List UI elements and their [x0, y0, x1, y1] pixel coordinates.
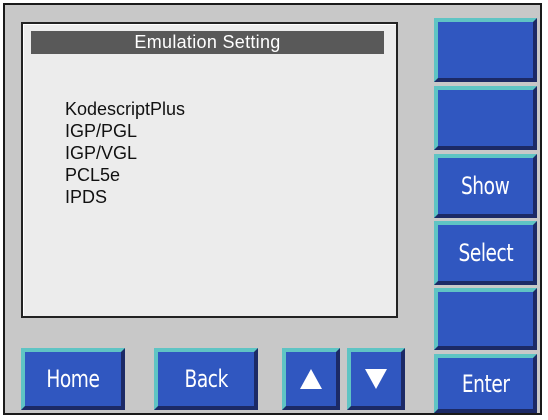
option-pcl5e[interactable]: PCL5e	[65, 164, 185, 186]
show-button[interactable]: Show	[434, 154, 537, 218]
up-button[interactable]	[282, 348, 340, 410]
option-igp-pgl[interactable]: IGP/PGL	[65, 120, 185, 142]
side-button-5[interactable]	[434, 288, 537, 350]
display-screen: Emulation Setting KodescriptPlus IGP/PGL…	[21, 22, 398, 318]
side-button-1[interactable]	[434, 18, 537, 82]
enter-button[interactable]: Enter	[434, 354, 537, 413]
enter-button-label: Enter	[461, 369, 510, 398]
side-button-2[interactable]	[434, 86, 537, 150]
home-button-label: Home	[46, 365, 100, 393]
select-button-label: Select	[458, 239, 513, 267]
select-button[interactable]: Select	[434, 221, 537, 285]
option-ipds[interactable]: IPDS	[65, 186, 185, 208]
option-kodescriptplus[interactable]: KodescriptPlus	[65, 98, 185, 120]
show-button-label: Show	[461, 172, 510, 200]
back-button-label: Back	[184, 365, 228, 393]
option-igp-vgl[interactable]: IGP/VGL	[65, 142, 185, 164]
up-arrow-icon	[300, 369, 322, 389]
control-panel: Emulation Setting KodescriptPlus IGP/PGL…	[3, 3, 542, 415]
screen-title: Emulation Setting	[31, 31, 384, 54]
back-button[interactable]: Back	[154, 348, 258, 410]
emulation-option-list: KodescriptPlus IGP/PGL IGP/VGL PCL5e IPD…	[65, 98, 185, 208]
down-arrow-icon	[365, 369, 387, 389]
home-button[interactable]: Home	[21, 348, 125, 410]
down-button[interactable]	[347, 348, 405, 410]
